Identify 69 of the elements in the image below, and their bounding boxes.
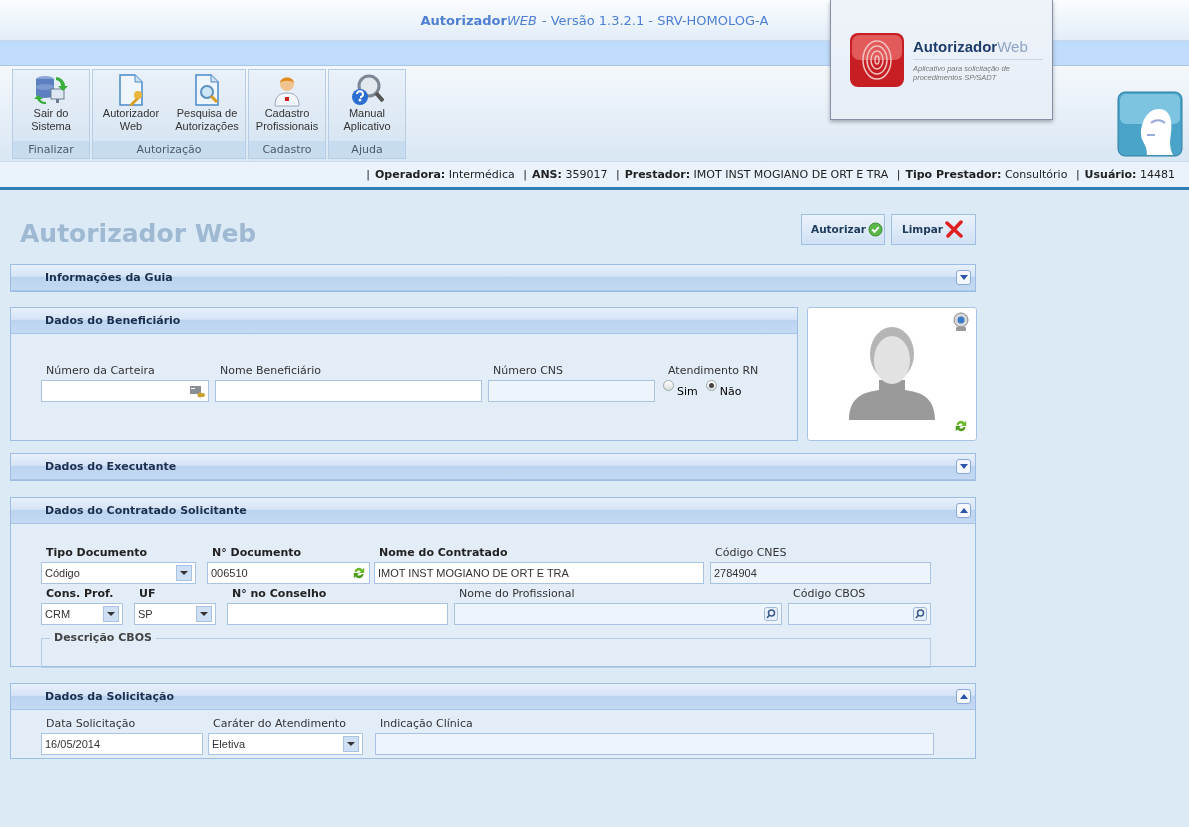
input-field[interactable]: 16/05/2014 bbox=[41, 733, 203, 755]
group-box-legend: Descrição CBOS bbox=[50, 631, 156, 645]
action-button[interactable]: Autorizar bbox=[801, 213, 885, 245]
window-title: AutorizadorWEB - Versão 1.3.2.1 - SRV-HOMOLOG-A bbox=[420, 12, 769, 28]
webcam-icon[interactable] bbox=[953, 312, 969, 332]
collapse-toggle[interactable] bbox=[956, 503, 971, 518]
radio-label: Não bbox=[719, 385, 742, 398]
magnifier-help-icon bbox=[350, 73, 384, 107]
group-label: Autorização bbox=[93, 141, 245, 158]
field-label: Código CBOS bbox=[793, 587, 867, 601]
input-field[interactable] bbox=[41, 380, 209, 402]
radio-button[interactable] bbox=[705, 380, 717, 391]
field-label: Caráter do Atendimento bbox=[213, 717, 347, 731]
field-label: Nome do Contratado bbox=[379, 546, 509, 560]
database-icon bbox=[34, 73, 68, 107]
caret-icon bbox=[196, 606, 212, 622]
section-title: Dados do Contratado Solicitante bbox=[45, 504, 247, 517]
group-label: Ajuda bbox=[329, 141, 405, 158]
group-label: Finalizar bbox=[13, 141, 89, 158]
dropdown[interactable]: Código bbox=[41, 562, 196, 584]
section-title: Dados do Beneficiário bbox=[45, 314, 181, 327]
toolbar-button[interactable]: Cadastro Profissionais bbox=[249, 70, 325, 141]
field-label: Nome Beneficiário bbox=[220, 364, 323, 378]
section-title: Dados do Executante bbox=[45, 460, 177, 473]
section-title: Dados da Solicitação bbox=[45, 690, 174, 703]
field-label: Número CNS bbox=[493, 364, 565, 378]
dropdown[interactable]: Eletiva bbox=[208, 733, 363, 755]
collapse-toggle[interactable] bbox=[956, 459, 971, 474]
input-field[interactable]: 006510 bbox=[207, 562, 370, 584]
section-title: Informações da Guia bbox=[45, 271, 173, 284]
group-label: Cadastro bbox=[249, 141, 325, 158]
radio-button[interactable] bbox=[663, 380, 674, 391]
caret-icon bbox=[343, 736, 359, 752]
refresh-icon[interactable] bbox=[954, 419, 968, 433]
toolbar-button[interactable]: Autorizador Web bbox=[93, 70, 169, 141]
cross-icon bbox=[945, 220, 963, 238]
field-label: Código CNES bbox=[715, 546, 788, 560]
refresh-icon[interactable] bbox=[352, 566, 366, 580]
collapse-toggle[interactable] bbox=[956, 270, 971, 285]
field-label: UF bbox=[139, 587, 157, 601]
action-button[interactable]: Limpar bbox=[891, 213, 976, 245]
splash-title: AutorizadorWeb bbox=[913, 37, 1043, 60]
field-label: Cons. Prof. bbox=[46, 587, 115, 601]
provider-info: | Operadora: Intermédica | ANS: 359017 | Prestador: IMOT INST MOGIANO DE ORT E TRA | Tipo Prestador: Consultório | Usuário: 14481 bbox=[365, 168, 1175, 181]
check-icon bbox=[868, 221, 883, 237]
fingerprint-logo-icon bbox=[849, 31, 905, 88]
collapse-toggle[interactable] bbox=[956, 689, 971, 704]
radio-label: Sim bbox=[677, 385, 698, 398]
toolbar-button[interactable]: Pesquisa de Autorizações bbox=[169, 70, 245, 141]
toolbar-button[interactable]: Manual Aplicativo bbox=[329, 70, 405, 141]
caret-icon bbox=[176, 565, 192, 581]
field-label: N° no Conselho bbox=[232, 587, 328, 601]
input-field[interactable] bbox=[215, 380, 482, 402]
input-field[interactable]: IMOT INST MOGIANO DE ORT E TRA bbox=[374, 562, 704, 584]
field-label: Nome do Profissional bbox=[459, 587, 576, 601]
card-search-icon[interactable] bbox=[189, 384, 205, 398]
page-title: Autorizador Web bbox=[20, 218, 257, 248]
dropdown[interactable]: CRM bbox=[41, 603, 123, 625]
headset-support-icon[interactable] bbox=[1117, 91, 1183, 157]
caret-icon bbox=[103, 606, 119, 622]
toolbar-button[interactable]: Sair do Sistema bbox=[13, 70, 89, 141]
field-label: Data Solicitação bbox=[46, 717, 137, 731]
field-label: Tipo Documento bbox=[46, 546, 149, 560]
field-label: Indicação Clínica bbox=[380, 717, 474, 731]
field-label: Número da Carteira bbox=[46, 364, 156, 378]
dropdown[interactable]: SP bbox=[134, 603, 216, 625]
field-label: N° Documento bbox=[212, 546, 303, 560]
input-field[interactable] bbox=[227, 603, 448, 625]
field-label: Atendimento RN bbox=[668, 364, 760, 378]
